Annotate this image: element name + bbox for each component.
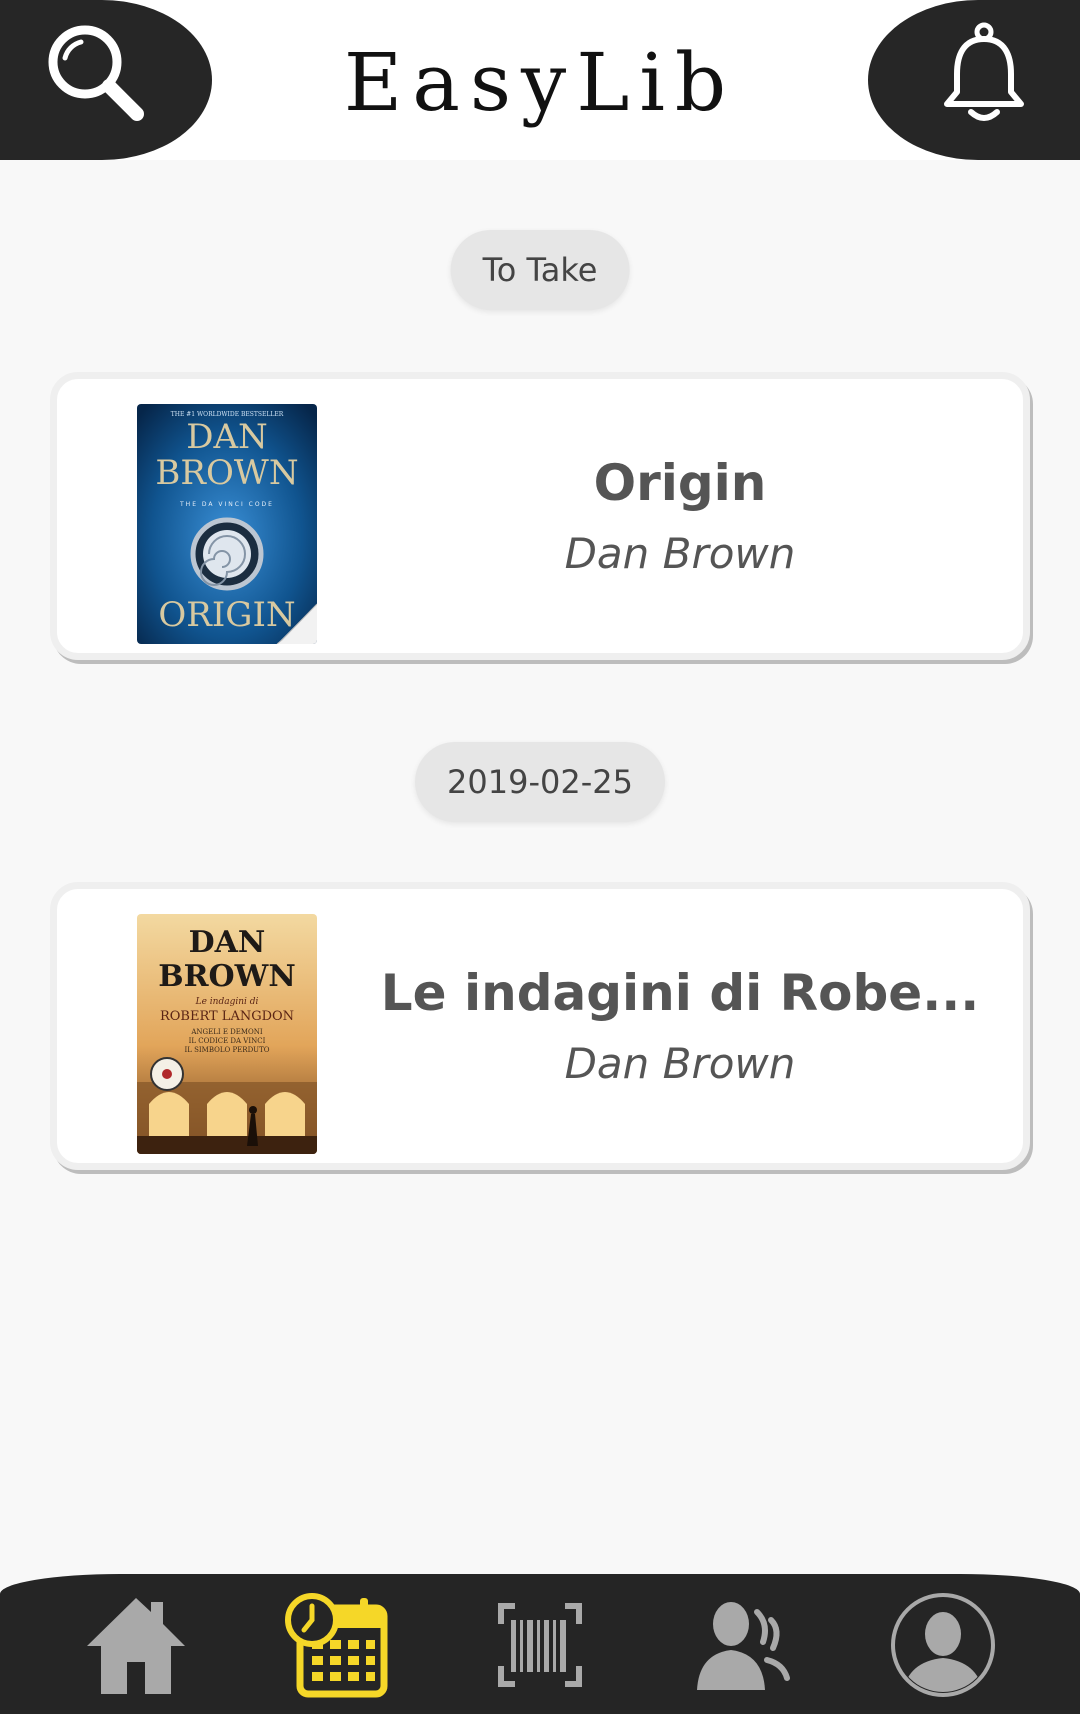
book-cover: DAN BROWN Le indagini di ROBERT LANGDON …	[137, 914, 317, 1154]
book-card[interactable]: THE #1 WORLDWIDE BESTSELLER DAN BROWN TH…	[50, 372, 1030, 660]
nav-scan[interactable]	[480, 1592, 600, 1702]
app-header: EasyLib	[0, 0, 1080, 160]
app-title: EasyLib	[343, 36, 737, 129]
svg-text:IL SIMBOLO PERDUTO: IL SIMBOLO PERDUTO	[184, 1046, 269, 1054]
nav-reservations[interactable]	[277, 1592, 397, 1702]
svg-text:DAN: DAN	[189, 925, 266, 960]
book-title: Le indagini di Robe...	[380, 964, 980, 1022]
bell-icon	[939, 18, 1029, 132]
nav-profile[interactable]	[883, 1592, 1003, 1702]
bottom-nav	[0, 1574, 1080, 1714]
svg-text:DAN: DAN	[186, 417, 268, 457]
notifications-button[interactable]	[868, 0, 1080, 160]
svg-text:ANGELI E DEMONI: ANGELI E DEMONI	[190, 1028, 263, 1036]
book-cover: THE #1 WORLDWIDE BESTSELLER DAN BROWN TH…	[137, 404, 317, 644]
svg-text:Le indagini di: Le indagini di	[195, 997, 259, 1007]
home-icon	[81, 1590, 191, 1704]
calendar-clock-icon	[282, 1590, 392, 1704]
nav-home[interactable]	[76, 1592, 196, 1702]
search-button[interactable]	[0, 0, 212, 160]
nav-community[interactable]	[682, 1592, 802, 1702]
search-icon	[41, 18, 151, 132]
book-card[interactable]: DAN BROWN Le indagini di ROBERT LANGDON …	[50, 882, 1030, 1170]
svg-text:IL CODICE DA VINCI: IL CODICE DA VINCI	[189, 1037, 266, 1045]
profile-icon	[888, 1590, 998, 1704]
svg-text:BROWN: BROWN	[155, 453, 298, 493]
svg-text:THE DA VINCI CODE: THE DA VINCI CODE	[179, 501, 274, 508]
book-author: Dan Brown	[564, 529, 796, 578]
community-icon	[687, 1590, 797, 1704]
svg-text:ROBERT LANGDON: ROBERT LANGDON	[160, 1009, 294, 1024]
book-title: Origin	[593, 454, 767, 512]
section-label: To Take	[450, 230, 630, 310]
section-date-label: 2019-02-25	[415, 742, 665, 822]
svg-text:ORIGIN: ORIGIN	[158, 595, 295, 635]
svg-text:BROWN: BROWN	[158, 959, 296, 994]
barcode-icon	[485, 1590, 595, 1704]
book-author: Dan Brown	[564, 1039, 796, 1088]
